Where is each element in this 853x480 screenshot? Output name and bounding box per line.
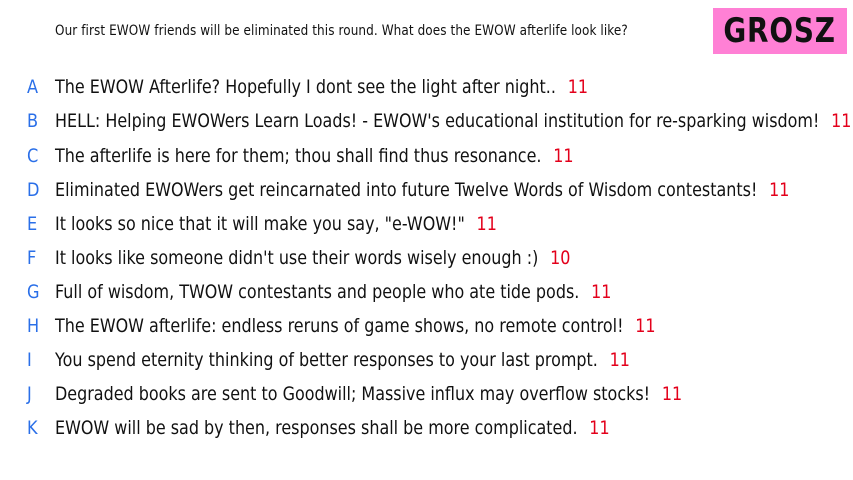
response-text: The EWOW afterlife: endless reruns of ga… <box>55 315 624 337</box>
response-row: B HELL: Helping EWOWers Learn Loads! - E… <box>0 108 853 134</box>
response-line: EWOW will be sad by then, responses shal… <box>55 415 610 441</box>
word-count: 11 <box>609 349 630 371</box>
response-line: You spend eternity thinking of better re… <box>55 347 630 373</box>
response-text: The afterlife is here for them; thou sha… <box>55 145 542 167</box>
response-list: A The EWOW Afterlife? Hopefully I dont s… <box>0 0 853 480</box>
response-row: J Degraded books are sent to Goodwill; M… <box>0 381 853 407</box>
response-text: The EWOW Afterlife? Hopefully I dont see… <box>55 76 556 98</box>
response-letter: B <box>27 110 39 132</box>
response-line: The EWOW afterlife: endless reruns of ga… <box>55 313 656 339</box>
response-row: G Full of wisdom, TWOW contestants and p… <box>0 279 853 305</box>
response-letter: I <box>27 349 32 371</box>
response-letter: J <box>27 383 32 405</box>
response-letter: C <box>27 145 39 167</box>
response-row: A The EWOW Afterlife? Hopefully I dont s… <box>0 74 853 100</box>
word-count: 10 <box>550 247 571 269</box>
word-count: 11 <box>476 213 497 235</box>
word-count: 11 <box>635 315 656 337</box>
response-row: H The EWOW afterlife: endless reruns of … <box>0 313 853 339</box>
response-letter: A <box>27 76 39 98</box>
word-count: 11 <box>769 179 790 201</box>
word-count: 11 <box>831 110 852 132</box>
response-row: C The afterlife is here for them; thou s… <box>0 143 853 169</box>
response-text: Degraded books are sent to Goodwill; Mas… <box>55 383 651 405</box>
response-letter: H <box>27 315 40 337</box>
response-row: D Eliminated EWOWers get reincarnated in… <box>0 177 853 203</box>
response-line: It looks like someone didn't use their w… <box>55 245 570 271</box>
response-text: HELL: Helping EWOWers Learn Loads! - EWO… <box>55 110 820 132</box>
response-text: You spend eternity thinking of better re… <box>55 349 598 371</box>
response-row: K EWOW will be sad by then, responses sh… <box>0 415 853 441</box>
response-row: E It looks so nice that it will make you… <box>0 211 853 237</box>
response-text: It looks so nice that it will make you s… <box>55 213 465 235</box>
response-line: HELL: Helping EWOWers Learn Loads! - EWO… <box>55 108 851 134</box>
response-text: Eliminated EWOWers get reincarnated into… <box>55 179 758 201</box>
response-text: EWOW will be sad by then, responses shal… <box>55 417 578 439</box>
response-line: Eliminated EWOWers get reincarnated into… <box>55 177 789 203</box>
response-text: Full of wisdom, TWOW contestants and peo… <box>55 281 580 303</box>
response-line: It looks so nice that it will make you s… <box>55 211 497 237</box>
word-count: 11 <box>591 281 612 303</box>
word-count: 11 <box>589 417 610 439</box>
response-row: I You spend eternity thinking of better … <box>0 347 853 373</box>
response-letter: D <box>27 179 40 201</box>
word-count: 11 <box>661 383 683 405</box>
response-letter: G <box>27 281 40 303</box>
word-count: 11 <box>567 76 589 98</box>
response-line: The EWOW Afterlife? Hopefully I dont see… <box>55 74 588 100</box>
response-line: Degraded books are sent to Goodwill; Mas… <box>55 381 682 407</box>
response-line: The afterlife is here for them; thou sha… <box>55 143 574 169</box>
word-count: 11 <box>553 145 574 167</box>
response-letter: E <box>27 213 38 235</box>
response-line: Full of wisdom, TWOW contestants and peo… <box>55 279 611 305</box>
response-letter: K <box>27 417 38 439</box>
response-letter: F <box>27 247 37 269</box>
response-text: It looks like someone didn't use their w… <box>55 247 539 269</box>
response-row: F It looks like someone didn't use their… <box>0 245 853 271</box>
